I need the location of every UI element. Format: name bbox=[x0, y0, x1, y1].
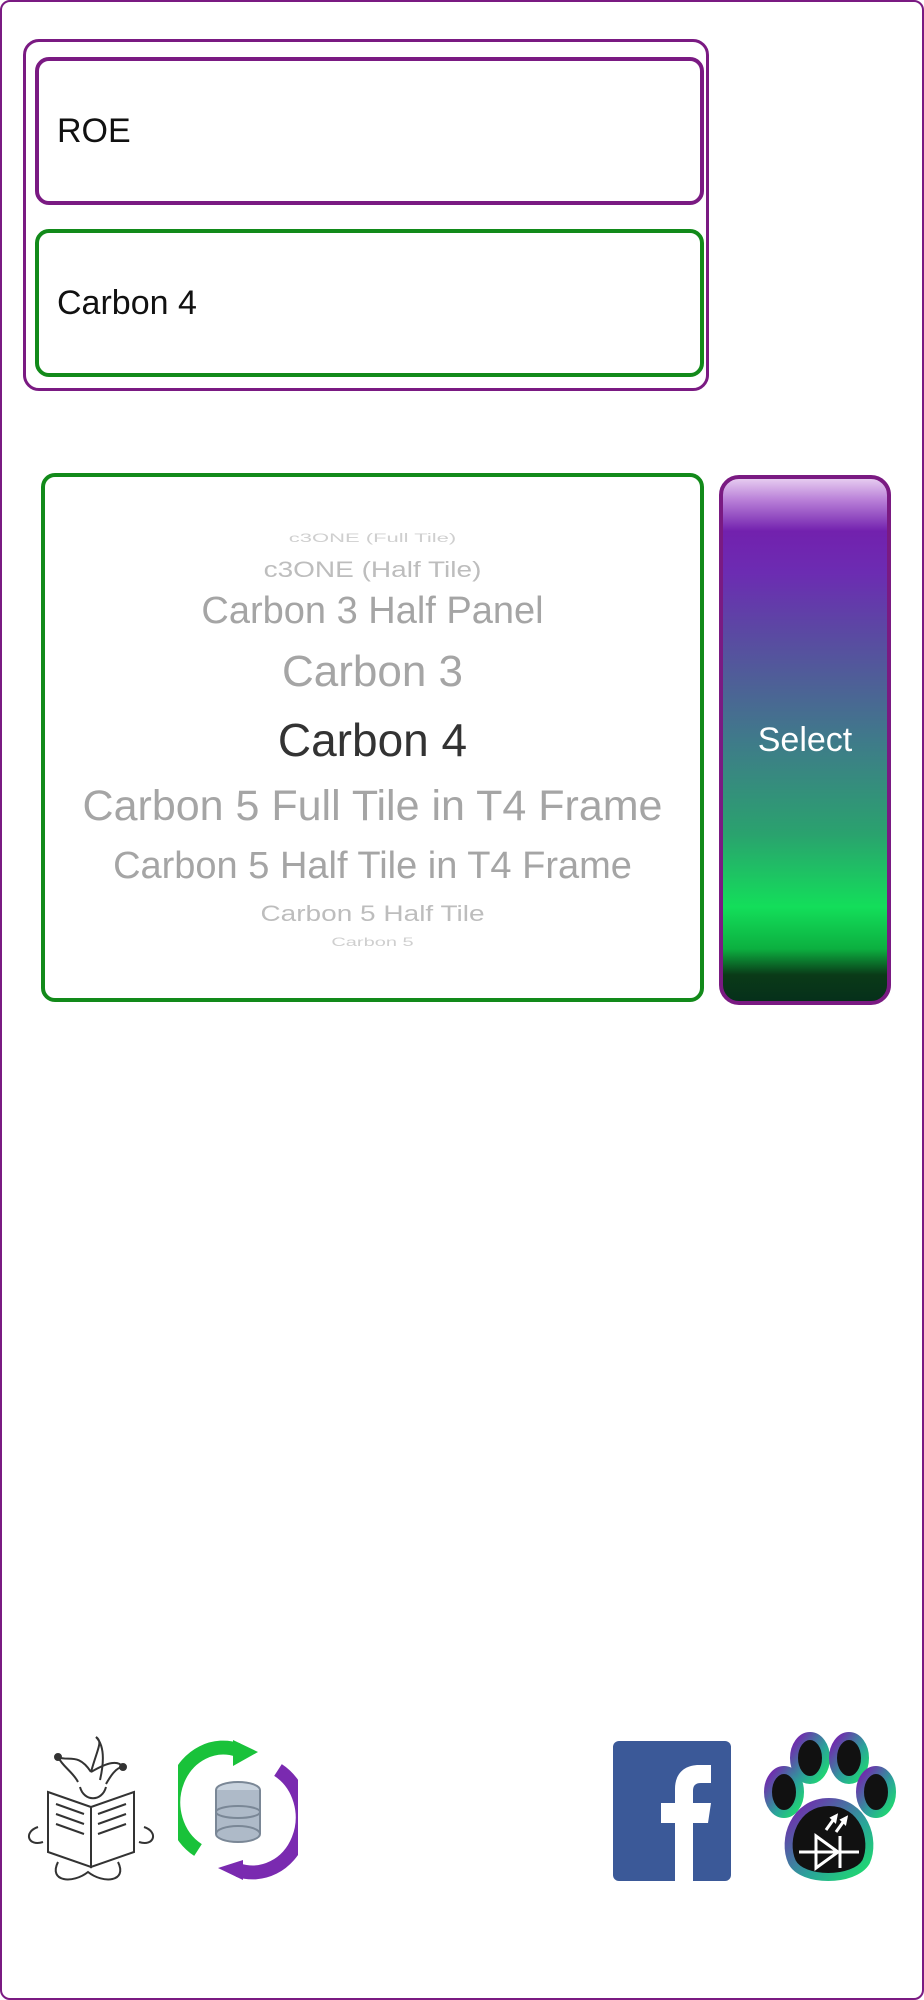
manufacturer-field[interactable]: ROE bbox=[35, 57, 704, 205]
select-button[interactable]: Select bbox=[719, 475, 891, 1005]
picker-item[interactable]: c3ONE (Full Tile) bbox=[45, 531, 700, 545]
picker-item[interactable]: Carbon 5 Half Tile in T4 Frame bbox=[45, 845, 700, 888]
picker-item-selected[interactable]: Carbon 4 bbox=[45, 713, 700, 767]
picker-item[interactable]: c3ONE (Half Tile) bbox=[45, 557, 700, 583]
product-value: Carbon 4 bbox=[57, 283, 197, 322]
product-field[interactable]: Carbon 4 bbox=[35, 229, 704, 377]
jester-reading-icon[interactable] bbox=[18, 1732, 164, 1892]
picker-item[interactable]: Carbon 5 Full Tile in T4 Frame bbox=[45, 782, 700, 831]
select-button-label: Select bbox=[757, 720, 853, 759]
manufacturer-value: ROE bbox=[57, 111, 131, 150]
facebook-icon[interactable] bbox=[613, 1741, 731, 1881]
picker-item[interactable]: Carbon 5 bbox=[45, 936, 700, 950]
picker-item[interactable]: Carbon 3 bbox=[45, 647, 700, 697]
paw-diode-icon[interactable] bbox=[754, 1730, 904, 1890]
picker-item[interactable]: Carbon 5 Half Tile bbox=[45, 901, 700, 927]
selection-group: ROE Carbon 4 bbox=[23, 39, 709, 391]
picker-item[interactable]: Carbon 3 Half Panel bbox=[45, 590, 700, 633]
product-picker-wheel[interactable]: c3ONE (Full Tile) c3ONE (Half Tile) Carb… bbox=[41, 473, 704, 1002]
database-sync-icon[interactable] bbox=[166, 1740, 310, 1880]
